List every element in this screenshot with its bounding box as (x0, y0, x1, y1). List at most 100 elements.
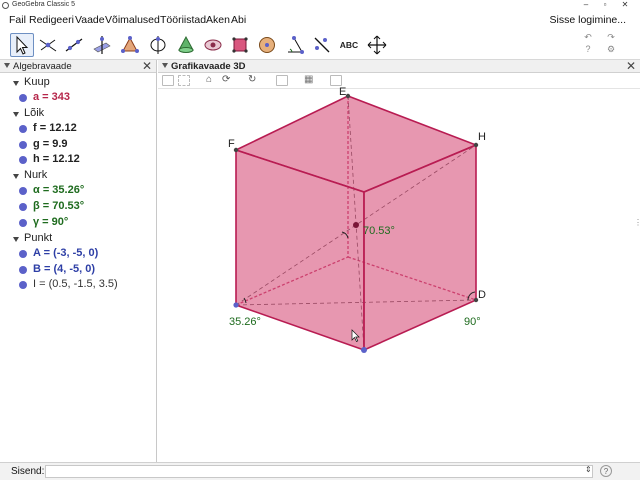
graphics-3d-view[interactable]: Grafikavaade 3D ✕ ⌂ ⟳ ↻ ▦ F E H D 35.26°… (158, 59, 640, 462)
undo-icon[interactable]: ↶ (581, 32, 595, 44)
algebra-item[interactable]: β = 70.53° (0, 200, 156, 215)
algebra-expression[interactable]: α = 35.26° (33, 184, 84, 196)
eye-sphere-icon (204, 39, 222, 51)
cube-net-icon (232, 37, 248, 53)
circle-tool[interactable] (146, 33, 170, 57)
minimize-icon[interactable]: – (577, 0, 595, 10)
maximize-icon[interactable]: ▫ (596, 0, 614, 10)
line-tool[interactable] (62, 33, 86, 57)
group-label-kuup: Kuup (24, 76, 50, 88)
algebra-item[interactable]: I = (0.5, -1.5, 3.5) (0, 278, 156, 293)
visibility-dot-icon[interactable] (19, 141, 27, 149)
sphere-point-icon (259, 37, 275, 53)
close-icon[interactable]: ✕ (616, 0, 634, 10)
circle-axis-icon (150, 36, 166, 54)
algebra-expression[interactable]: A = (-3, -5, 0) (33, 247, 98, 259)
input-bar: Sisend: ⇕ ? (0, 462, 640, 480)
algebra-header: Algebravaade ✕ (0, 59, 156, 73)
move-arrows-icon (367, 35, 387, 55)
visibility-dot-icon[interactable] (19, 281, 27, 289)
cube-drawing[interactable]: F E H D 35.26° 70.53° 90° (158, 60, 640, 462)
collapse-triangle-icon[interactable] (4, 63, 10, 68)
angle-tool[interactable] (283, 33, 307, 57)
intersect-plane-tool[interactable] (174, 33, 198, 57)
symbol-picker-icon[interactable]: ⇕ (585, 465, 592, 474)
menu-options[interactable]: Võimalused (105, 14, 160, 26)
algebra-item[interactable]: γ = 90° (0, 216, 156, 231)
login-link[interactable]: Sisse logimine... (550, 14, 626, 26)
label-angle-alpha: 35.26° (229, 316, 261, 328)
point-e[interactable] (345, 93, 351, 99)
algebra-expression[interactable]: a = 343 (33, 91, 70, 103)
point-b[interactable] (361, 347, 367, 353)
group-toggle-icon[interactable] (13, 174, 19, 179)
reflect-tool[interactable] (310, 33, 334, 57)
drag-handle-icon[interactable]: ⋮ (634, 218, 640, 232)
angle-icon (288, 36, 304, 54)
settings-icon[interactable]: ⚙ (604, 44, 618, 56)
point-tool[interactable] (36, 33, 60, 57)
algebra-item[interactable]: A = (-3, -5, 0) (0, 247, 156, 262)
translate-view-tool[interactable] (365, 33, 389, 57)
algebra-expression[interactable]: I = (0.5, -1.5, 3.5) (33, 278, 118, 290)
algebra-item[interactable]: h = 12.12 (0, 153, 156, 168)
algebra-item[interactable]: f = 12.12 (0, 122, 156, 137)
menu-tools[interactable]: Tööriistad (160, 14, 206, 26)
move-tool[interactable] (10, 33, 34, 57)
algebra-item[interactable]: g = 9.9 (0, 138, 156, 153)
label-f: F (228, 138, 235, 150)
input-field[interactable] (45, 465, 593, 478)
pyramid-tool[interactable] (201, 33, 225, 57)
algebra-view: Algebravaade ✕ Kuup a = 343 Lõik f = 12.… (0, 59, 157, 462)
group-toggle-icon[interactable] (13, 237, 19, 242)
sphere-tool[interactable] (228, 33, 252, 57)
polygon-tool[interactable] (118, 33, 142, 57)
group-label-nurk: Nurk (24, 169, 48, 181)
help-icon[interactable]: ? (581, 44, 595, 56)
algebra-item[interactable]: B = (4, -5, 0) (0, 263, 156, 278)
visibility-dot-icon[interactable] (19, 266, 27, 274)
menu-window[interactable]: Aken (206, 14, 230, 26)
geogebra-app-icon (2, 2, 9, 9)
algebra-item[interactable]: a = 343 (0, 91, 156, 106)
menu-view[interactable]: Vaade (75, 14, 105, 26)
line-icon (65, 38, 83, 52)
algebra-expression[interactable]: f = 12.12 (33, 122, 77, 134)
text-tool[interactable]: ABC (337, 33, 361, 57)
perpendicular-line-tool[interactable] (90, 33, 114, 57)
point-h[interactable] (473, 142, 479, 148)
algebra-item[interactable]: α = 35.26° (0, 184, 156, 199)
group-toggle-icon[interactable] (13, 81, 19, 86)
point-a[interactable] (233, 302, 239, 308)
redo-icon[interactable]: ↷ (604, 32, 618, 44)
close-icon[interactable]: ✕ (142, 59, 152, 73)
visibility-dot-icon[interactable] (19, 219, 27, 227)
algebra-title: Algebravaade (13, 61, 72, 72)
visibility-dot-icon[interactable] (19, 187, 27, 195)
algebra-expression[interactable]: h = 12.12 (33, 153, 80, 165)
visibility-dot-icon[interactable] (19, 250, 27, 258)
visibility-dot-icon[interactable] (19, 203, 27, 211)
help-icon[interactable]: ? (600, 465, 612, 477)
group-label-loik: Lõik (24, 107, 45, 119)
algebra-expression[interactable]: γ = 90° (33, 216, 68, 228)
visibility-dot-icon[interactable] (19, 94, 27, 102)
cone-icon (178, 35, 194, 53)
group-toggle-icon[interactable] (13, 112, 19, 117)
label-h: H (478, 131, 486, 143)
visibility-dot-icon[interactable] (19, 156, 27, 164)
point-on-line-icon (39, 39, 57, 52)
menu-help[interactable]: Abi (231, 14, 246, 26)
algebra-expression[interactable]: g = 9.9 (33, 138, 68, 150)
algebra-expression[interactable]: B = (4, -5, 0) (33, 263, 95, 275)
label-angle-beta: 70.53° (363, 225, 395, 237)
reflect-line-icon (314, 37, 330, 53)
point-i[interactable] (353, 222, 359, 228)
perpendicular-plane-icon (93, 36, 111, 54)
menu-edit[interactable]: Redigeeri (29, 14, 74, 26)
visibility-dot-icon[interactable] (19, 125, 27, 133)
title-bar: GeoGebra Classic 5 – ▫ ✕ (0, 0, 640, 12)
menu-file[interactable]: Fail (9, 14, 26, 26)
algebra-expression[interactable]: β = 70.53° (33, 200, 84, 212)
rotate-view-tool[interactable] (255, 33, 279, 57)
